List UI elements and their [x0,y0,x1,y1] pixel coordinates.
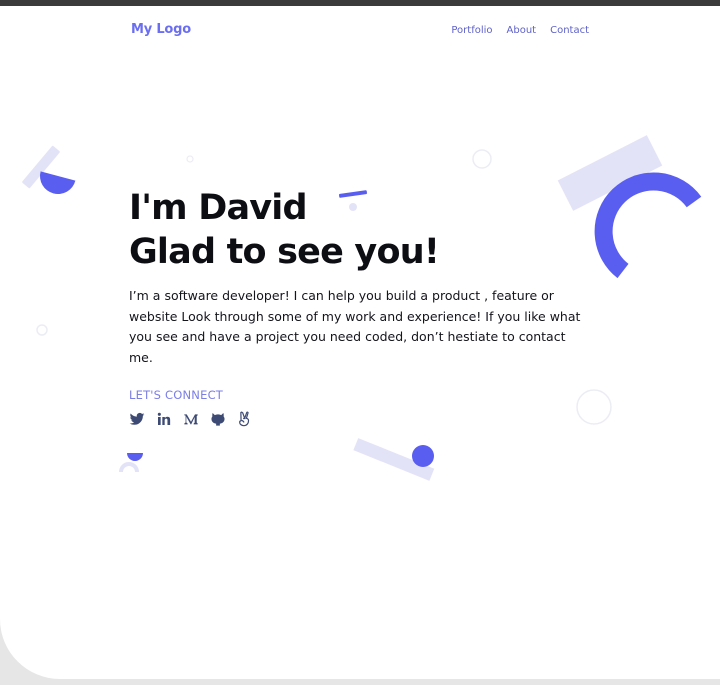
deco-ring-top [472,149,492,169]
headline-line-1: I'm David [129,188,308,228]
page-panel: My Logo Portfolio About Contact I'm Davi… [0,6,720,679]
angellist-link[interactable] [237,411,253,427]
nav-portfolio[interactable]: Portfolio [451,25,492,36]
nav-about[interactable]: About [507,25,537,36]
angellist-icon [239,411,250,427]
deco-dot-1 [186,155,194,163]
deco-ring-left [36,324,48,336]
site-logo[interactable]: My Logo [131,22,191,37]
medium-icon [184,414,198,425]
linkedin-link[interactable] [156,411,172,427]
hero-section: I'm David Glad to see you! I’m a softwar… [129,186,589,427]
deco-arc-right [594,172,702,279]
twitter-icon [129,412,145,425]
deco-semicircle-left [40,171,76,194]
github-link[interactable] [210,411,226,427]
deco-arc-bottom-left-1 [127,453,143,461]
social-links [129,411,589,427]
nav-contact[interactable]: Contact [550,25,589,36]
intro-paragraph: I’m a software developer! I can help you… [129,288,581,365]
github-icon [211,413,225,426]
medium-link[interactable] [183,411,199,427]
main-nav: Portfolio About Contact [451,25,589,36]
linkedin-icon [157,412,171,425]
connect-heading: LET'S CONNECT [129,388,224,402]
deco-arc-bottom-left-2 [119,462,139,473]
twitter-link[interactable] [129,411,145,427]
deco-bottom-dot [412,445,434,467]
headline-line-2: Glad to see you! [129,232,440,272]
